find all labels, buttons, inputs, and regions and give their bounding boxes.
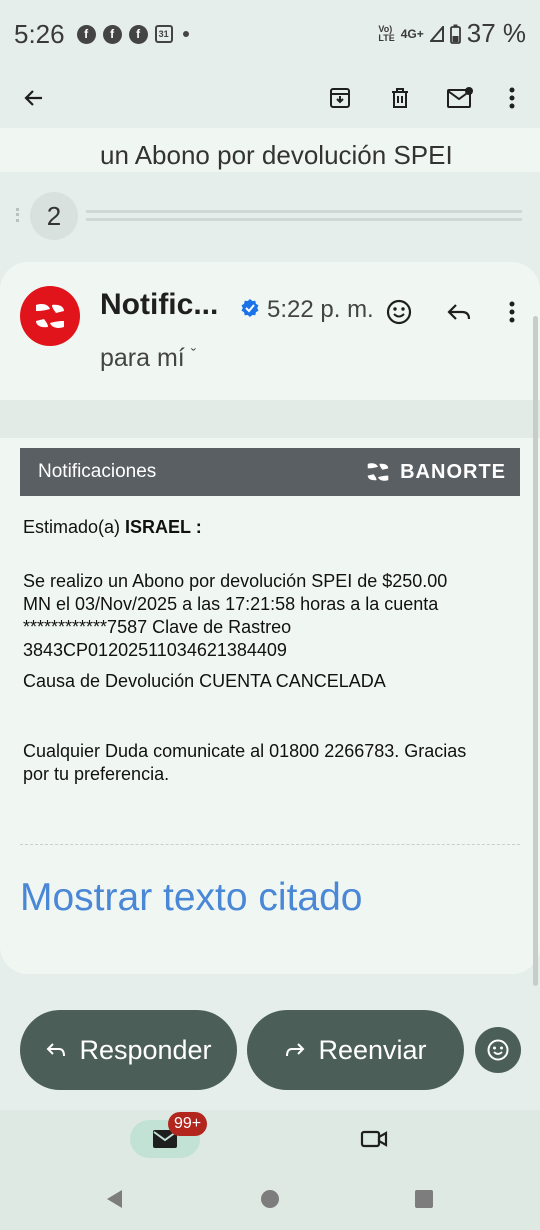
recipient-label: para mí <box>100 344 185 372</box>
volte-icon: Vo) LTE <box>378 23 395 43</box>
banner-label: Notificaciones <box>38 461 157 482</box>
show-quoted-text-link[interactable]: Mostrar texto citado <box>20 876 362 920</box>
reply-icon <box>47 1043 66 1057</box>
battery-icon <box>449 24 461 44</box>
message-time: 5:22 p. m. <box>267 296 374 323</box>
mark-unread-button[interactable] <box>438 76 482 120</box>
facebook-icon: f <box>76 24 96 44</box>
contact-paragraph: Cualquier Duda comunicate al 01800 22667… <box>23 740 523 786</box>
trash-icon <box>392 88 408 108</box>
collapsed-count-badge[interactable]: 2 <box>30 192 78 240</box>
message-card: Notific... 5:22 p. m. para mí ˇ Notificac… <box>0 262 540 974</box>
sender-avatar[interactable] <box>20 286 80 346</box>
contact-line: por tu preferencia. <box>23 764 170 784</box>
collapsed-messages[interactable]: 2 <box>0 188 540 244</box>
video-camera-icon <box>360 1130 388 1148</box>
email-banner: Notificaciones BANORTE <box>20 448 520 496</box>
more-vert-icon <box>509 87 515 109</box>
message-more-button[interactable] <box>494 294 530 330</box>
reply-label: Responder <box>79 1034 212 1065</box>
message-actions: Responder Reenviar <box>0 1010 540 1090</box>
calendar-icon: 31 <box>154 25 173 43</box>
contact-line: Cualquier Duda comunicate al 01800 22667… <box>23 741 467 761</box>
paragraph-line: 3843CP01202511034621384409 <box>23 640 287 660</box>
recents-square-icon[interactable] <box>414 1188 434 1210</box>
react-button[interactable] <box>381 294 417 330</box>
system-navigation <box>0 1170 540 1230</box>
reply-button[interactable]: Responder <box>20 1010 237 1090</box>
reply-header-button[interactable] <box>441 294 477 330</box>
more-vert-icon <box>509 301 515 323</box>
more-button[interactable] <box>490 76 534 120</box>
email-body: Notificaciones BANORTE Estimado(a) ISRAE… <box>0 438 540 974</box>
paragraph-line: Se realizo un Abono por devolución SPEI … <box>23 571 448 591</box>
forward-icon <box>286 1043 305 1057</box>
facebook-icon: f <box>102 24 122 44</box>
network-type: 4G+ <box>400 26 424 41</box>
verified-icon <box>241 299 259 317</box>
facebook-icon: f <box>128 24 148 44</box>
cause-line: Causa de Devolución CUENTA CANCELADA <box>23 671 386 691</box>
transaction-paragraph: Se realizo un Abono por devolución SPEI … <box>23 570 523 662</box>
unread-badge: 99+ <box>168 1112 208 1136</box>
header-separator-band <box>0 400 540 438</box>
signal-icon <box>429 25 444 42</box>
arrow-back-icon <box>24 90 42 106</box>
status-bar: 5:26 f f f 31 Vo) LTE 4G+ 37 % <box>0 0 540 68</box>
paragraph-line: ************7587 Clave de Rastreo <box>23 617 292 637</box>
previous-message-snippet: un Abono por devolución SPEI <box>100 140 453 170</box>
forward-label: Reenviar <box>318 1034 427 1065</box>
brand-name: BANORTE <box>400 460 506 483</box>
archive-icon <box>330 88 350 108</box>
archive-button[interactable] <box>318 76 362 120</box>
emoji-icon <box>386 299 412 325</box>
greeting: Estimado(a) ISRAEL : <box>23 516 523 539</box>
bottom-navigation: 99+ <box>0 1110 540 1170</box>
battery-percent: 37 % <box>466 18 526 48</box>
status-time: 5:26 <box>14 18 65 49</box>
sender-name[interactable]: Notific... <box>100 288 218 322</box>
previous-message-preview[interactable]: un Abono por devolución SPEI <box>0 128 540 172</box>
delete-button[interactable] <box>378 76 422 120</box>
banorte-logo-icon <box>36 304 64 328</box>
banorte-brand: BANORTE <box>363 461 506 484</box>
greeting-prefix: Estimado(a) <box>23 517 126 537</box>
forward-button[interactable]: Reenviar <box>247 1010 464 1090</box>
collapsed-line <box>86 218 522 221</box>
react-emoji-button[interactable] <box>475 1027 521 1073</box>
more-notifications-dot <box>182 31 189 37</box>
greeting-name: ISRAEL : <box>125 517 202 537</box>
status-right: Vo) LTE 4G+ 37 % <box>378 18 526 49</box>
thread-dots <box>16 208 20 222</box>
mark-unread-icon <box>447 87 473 108</box>
reply-icon <box>447 304 471 320</box>
app-bar <box>0 68 540 128</box>
nav-meet-tab[interactable] <box>356 1124 392 1154</box>
paragraph-line: MN el 03/Nov/2025 a las 17:21:58 horas a… <box>23 594 439 614</box>
back-triangle-icon[interactable] <box>104 1188 124 1210</box>
home-circle-icon[interactable] <box>260 1188 280 1210</box>
banorte-logo-icon <box>367 463 389 481</box>
collapsed-line <box>86 210 522 213</box>
quote-divider <box>20 844 520 845</box>
recipient-toggle[interactable]: para mí ˇ <box>100 344 196 373</box>
emoji-icon <box>487 1039 509 1061</box>
notification-icons: f f f 31 <box>76 24 173 44</box>
scrollbar[interactable] <box>533 316 538 986</box>
chevron-down-icon: ˇ <box>190 347 197 364</box>
back-button[interactable] <box>12 76 56 120</box>
